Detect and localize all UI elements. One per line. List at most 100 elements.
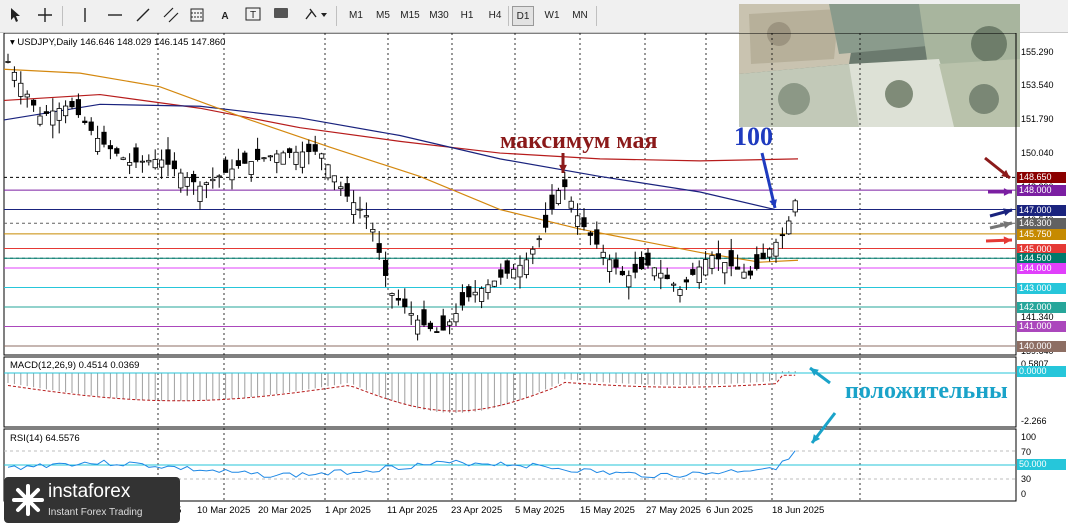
channel-icon[interactable]	[160, 6, 182, 26]
candle	[75, 93, 81, 118]
candle	[127, 153, 133, 175]
candle	[395, 289, 402, 306]
label-icon[interactable]: T	[242, 6, 264, 26]
candle	[357, 196, 363, 219]
candle	[152, 149, 158, 170]
candle	[43, 104, 50, 116]
candle	[261, 157, 267, 162]
level-label: 147.000	[1017, 204, 1066, 216]
trendline-icon[interactable]	[132, 6, 154, 26]
candle	[242, 150, 248, 164]
candle	[158, 149, 165, 179]
toolbar-separator	[508, 6, 509, 26]
timeframe-d1[interactable]: D1	[512, 6, 534, 26]
price-chart[interactable]	[0, 33, 1068, 523]
label-tool-glyph: T	[250, 10, 256, 21]
macd-zero-label: 0.0000	[1017, 366, 1066, 377]
price-scale-label: 155.290	[1021, 47, 1054, 57]
vertical-line-icon[interactable]	[74, 6, 96, 26]
candle	[306, 139, 312, 165]
candle	[370, 222, 376, 242]
time-scale-label: 18 Jun 2025	[772, 505, 825, 516]
candle	[671, 281, 677, 292]
candle	[363, 202, 370, 230]
candle	[210, 167, 216, 189]
time-scale-label: 1 Apr 2025	[325, 505, 371, 516]
candle	[312, 135, 318, 155]
candle	[318, 152, 325, 171]
candle	[523, 252, 530, 279]
candle	[69, 97, 75, 110]
candle	[683, 276, 690, 290]
candle	[517, 255, 523, 289]
candle	[293, 145, 299, 171]
candle	[382, 251, 389, 287]
candle	[133, 143, 139, 168]
timeframe-m1[interactable]: M1	[344, 6, 368, 26]
candle	[600, 244, 606, 266]
candle	[402, 288, 408, 314]
candle	[350, 190, 357, 224]
candlesticks	[5, 53, 798, 341]
candle	[120, 156, 126, 161]
candle	[344, 176, 350, 202]
level-label: 145.750	[1017, 228, 1066, 240]
candle	[299, 141, 306, 174]
level-label: 140.000	[1017, 340, 1066, 352]
timeframe-h4[interactable]: H4	[484, 6, 506, 26]
candle	[389, 292, 395, 309]
rsi-scale-0: 0	[1021, 489, 1027, 499]
candle	[171, 152, 177, 177]
time-scale-label: 11 Apr 2025	[387, 505, 438, 516]
candle	[30, 99, 37, 112]
arrows-icon[interactable]	[302, 6, 330, 26]
candle	[587, 230, 594, 246]
toolbar-separator	[596, 6, 597, 26]
candle	[562, 171, 568, 200]
shapes-icon[interactable]	[270, 6, 292, 26]
candle	[555, 187, 562, 206]
timeframe-m15[interactable]: M15	[398, 6, 422, 26]
candle	[645, 248, 651, 269]
candle	[715, 240, 722, 271]
candle	[248, 161, 254, 182]
candle	[741, 263, 747, 279]
time-scale-label: 23 Apr 2025	[451, 505, 503, 516]
candle	[779, 227, 786, 249]
timeframe-h1[interactable]: H1	[456, 6, 478, 26]
time-scale-label: 6 Jun 2025	[706, 505, 754, 516]
candle	[408, 301, 414, 326]
candle	[728, 238, 734, 277]
candle	[722, 262, 728, 285]
timeframe-w1[interactable]: W1	[540, 6, 564, 26]
candle	[658, 259, 664, 290]
candle	[510, 263, 517, 279]
ma100-annotation: 100	[734, 122, 773, 151]
candle	[786, 216, 792, 235]
candle	[767, 247, 773, 262]
candle	[427, 320, 434, 332]
logo-name: instaforex	[48, 481, 131, 502]
candle	[792, 198, 798, 217]
candle	[632, 251, 638, 279]
time-scale-label: 10 Mar 2025	[197, 505, 251, 516]
candle	[696, 260, 702, 289]
timeframe-m5[interactable]: M5	[372, 6, 394, 26]
text-tool-button[interactable]: A	[214, 6, 236, 26]
timeframe-mn[interactable]: MN	[568, 6, 592, 26]
crosshair-icon[interactable]	[34, 6, 56, 26]
fibonacci-icon[interactable]	[186, 6, 208, 26]
level-label: 148.650	[1017, 172, 1066, 184]
horizontal-line-icon[interactable]	[104, 6, 126, 26]
candle	[773, 238, 779, 263]
candle	[536, 235, 542, 248]
instaforex-logo: instaforex Instant Forex Trading	[4, 477, 180, 523]
candle	[107, 140, 113, 160]
timeframe-m30[interactable]: M30	[426, 6, 452, 26]
candle	[485, 279, 491, 300]
candle	[235, 148, 241, 169]
macd-title: MACD(12,26,9) 0.4514 0.0369	[10, 360, 140, 371]
cursor-icon[interactable]	[4, 6, 26, 26]
level-label: 144.000	[1017, 263, 1066, 275]
price-scale-label: 153.540	[1021, 80, 1054, 90]
